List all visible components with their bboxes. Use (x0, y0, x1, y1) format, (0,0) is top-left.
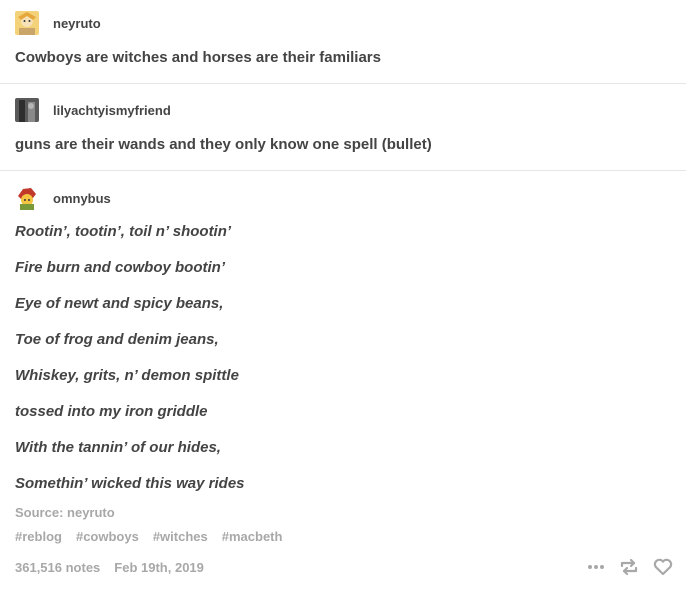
divider-1 (0, 83, 686, 84)
poem-line: With the tannin’ of our hides, (15, 439, 221, 456)
more-icon[interactable] (586, 556, 606, 583)
post-footer-meta: 361,516 notes Feb 19th, 2019 (15, 560, 204, 575)
post-text-2: guns are their wands and they only know … (15, 136, 432, 153)
post-text-1: Cowboys are witches and horses are their… (15, 49, 381, 66)
author-row-3: omnybus (15, 186, 111, 210)
author-row-2: lilyachtyismyfriend (15, 98, 171, 122)
username-1[interactable]: neyruto (53, 16, 101, 31)
tumblr-post: neyruto Cowboys are witches and horses a… (0, 0, 686, 590)
poem-line: Rootin’, tootin’, toil n’ shootin’ (15, 223, 232, 240)
avatar-lilyachtyismyfriend[interactable] (15, 98, 39, 122)
source-label: Source: (15, 505, 64, 520)
poem-line: Toe of frog and denim jeans, (15, 331, 219, 348)
poem-line: tossed into my iron griddle (15, 403, 208, 420)
tag-reblog[interactable]: #reblog (15, 529, 62, 544)
username-2[interactable]: lilyachtyismyfriend (53, 103, 171, 118)
poem-line: Somethin’ wicked this way rides (15, 475, 245, 492)
tag-macbeth[interactable]: #macbeth (222, 529, 283, 544)
source-line: Source: neyruto (15, 505, 115, 520)
avatar-neyruto[interactable] (15, 11, 39, 35)
post-actions (586, 556, 674, 583)
reblog-icon[interactable] (618, 556, 640, 583)
poem-line: Fire burn and cowboy bootin’ (15, 259, 225, 276)
divider-2 (0, 170, 686, 171)
heart-icon[interactable] (652, 556, 674, 583)
avatar-omnybus[interactable] (15, 186, 39, 210)
tag-list: #reblog #cowboys #witches #macbeth (15, 529, 282, 544)
poem-line: Whiskey, grits, n’ demon spittle (15, 367, 239, 384)
post-date[interactable]: Feb 19th, 2019 (114, 560, 204, 575)
poem-line: Eye of newt and spicy beans, (15, 295, 224, 312)
source-link[interactable]: neyruto (67, 505, 115, 520)
notes-count[interactable]: 361,516 notes (15, 560, 100, 575)
tag-witches[interactable]: #witches (153, 529, 208, 544)
username-3[interactable]: omnybus (53, 191, 111, 206)
tag-cowboys[interactable]: #cowboys (76, 529, 139, 544)
author-row-1: neyruto (15, 11, 101, 35)
